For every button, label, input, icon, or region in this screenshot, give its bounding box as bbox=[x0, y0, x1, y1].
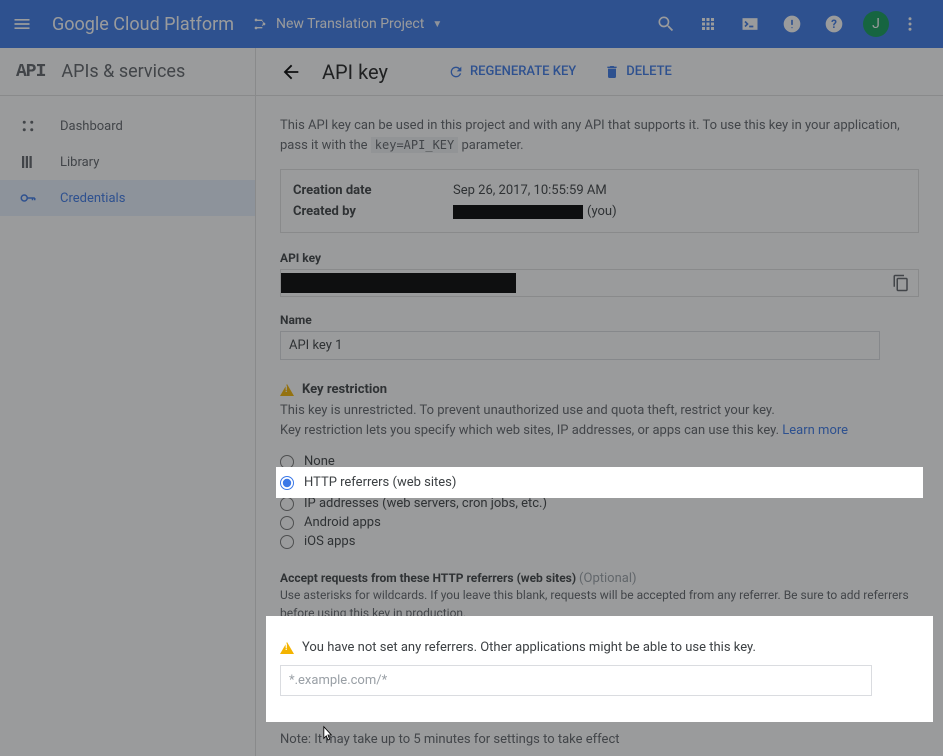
dashboard-icon bbox=[16, 117, 40, 135]
apikey-field bbox=[280, 269, 919, 297]
radio-http-referrers[interactable]: HTTP referrers (web sites) bbox=[280, 471, 919, 494]
sidebar-item-credentials[interactable]: Credentials bbox=[0, 180, 255, 216]
created-by-label: Created by bbox=[293, 204, 453, 219]
radio-android[interactable]: Android apps bbox=[280, 513, 919, 532]
avatar[interactable]: J bbox=[863, 11, 889, 37]
created-by-value: (you) bbox=[453, 204, 617, 219]
radio-none[interactable]: None bbox=[280, 452, 919, 471]
warning-icon bbox=[280, 384, 294, 396]
referrers-desc: Use asterisks for wildcards. If you leav… bbox=[280, 586, 919, 622]
apps-icon[interactable] bbox=[697, 13, 719, 35]
referrers-heading: Accept requests from these HTTP referrer… bbox=[280, 571, 919, 586]
sidebar-header: API APIs & services bbox=[0, 48, 255, 96]
referrers-block: You have not set any referrers. Other ap… bbox=[280, 630, 919, 708]
project-icon bbox=[252, 16, 268, 32]
more-vert-icon[interactable] bbox=[899, 13, 921, 35]
sidebar: API APIs & services Dashboard Library Cr… bbox=[0, 48, 256, 756]
restriction-radios: None HTTP referrers (web sites) IP addre… bbox=[280, 452, 919, 551]
refresh-icon bbox=[448, 64, 464, 80]
regenerate-label: REGENERATE KEY bbox=[470, 64, 576, 79]
redacted-apikey bbox=[281, 273, 516, 293]
key-icon bbox=[16, 189, 40, 207]
notifications-icon[interactable] bbox=[781, 13, 803, 35]
content-header: API key REGENERATE KEY DELETE bbox=[256, 48, 943, 96]
note-text: Note: It may take up to 5 minutes for se… bbox=[280, 732, 919, 747]
description: This API key can be used in this project… bbox=[280, 116, 919, 155]
sidebar-item-label: Credentials bbox=[60, 191, 125, 206]
copy-icon[interactable] bbox=[884, 270, 918, 296]
redacted-email bbox=[453, 205, 583, 219]
help-icon[interactable]: ? bbox=[823, 13, 845, 35]
metadata-box: Creation date Sep 26, 2017, 10:55:59 AM … bbox=[280, 169, 919, 233]
sidebar-item-label: Library bbox=[60, 155, 99, 170]
name-input[interactable] bbox=[280, 331, 880, 360]
api-logo: API bbox=[16, 62, 45, 82]
regenerate-button[interactable]: REGENERATE KEY bbox=[448, 64, 576, 80]
page-title: API key bbox=[322, 60, 388, 84]
back-arrow-icon[interactable] bbox=[280, 61, 302, 83]
content: API key REGENERATE KEY DELETE This API k… bbox=[256, 48, 943, 756]
sidebar-title: APIs & services bbox=[61, 61, 185, 82]
name-label: Name bbox=[280, 313, 919, 327]
topbar: Google Cloud Platform New Translation Pr… bbox=[0, 0, 943, 48]
radio-ip-addresses[interactable]: IP addresses (web servers, cron jobs, et… bbox=[280, 494, 919, 513]
menu-icon[interactable] bbox=[12, 14, 32, 34]
dropdown-arrow-icon: ▼ bbox=[432, 19, 442, 30]
sidebar-item-dashboard[interactable]: Dashboard bbox=[0, 108, 255, 144]
restriction-desc: This key is unrestricted. To prevent una… bbox=[280, 401, 919, 440]
sidebar-item-label: Dashboard bbox=[60, 119, 123, 134]
delete-label: DELETE bbox=[626, 64, 672, 79]
referrers-warning: You have not set any referrers. Other ap… bbox=[280, 640, 919, 655]
search-icon[interactable] bbox=[655, 13, 677, 35]
creation-date-label: Creation date bbox=[293, 183, 453, 198]
restriction-heading: Key restriction bbox=[280, 382, 919, 397]
radio-ios[interactable]: iOS apps bbox=[280, 532, 919, 551]
logo-text: Google Cloud Platform bbox=[52, 14, 234, 35]
learn-more-link[interactable]: Learn more bbox=[782, 423, 848, 438]
code-param: key=API_KEY bbox=[371, 137, 458, 153]
project-name: New Translation Project bbox=[276, 16, 424, 32]
cloud-shell-icon[interactable] bbox=[739, 13, 761, 35]
delete-button[interactable]: DELETE bbox=[604, 64, 672, 80]
sidebar-item-library[interactable]: Library bbox=[0, 144, 255, 180]
warning-icon bbox=[280, 642, 294, 654]
trash-icon bbox=[604, 64, 620, 80]
referrer-input[interactable] bbox=[280, 665, 872, 696]
creation-date-value: Sep 26, 2017, 10:55:59 AM bbox=[453, 183, 607, 198]
project-selector[interactable]: New Translation Project ▼ bbox=[252, 16, 442, 32]
apikey-label: API key bbox=[280, 251, 919, 265]
library-icon bbox=[16, 153, 40, 171]
svg-text:?: ? bbox=[831, 17, 837, 31]
